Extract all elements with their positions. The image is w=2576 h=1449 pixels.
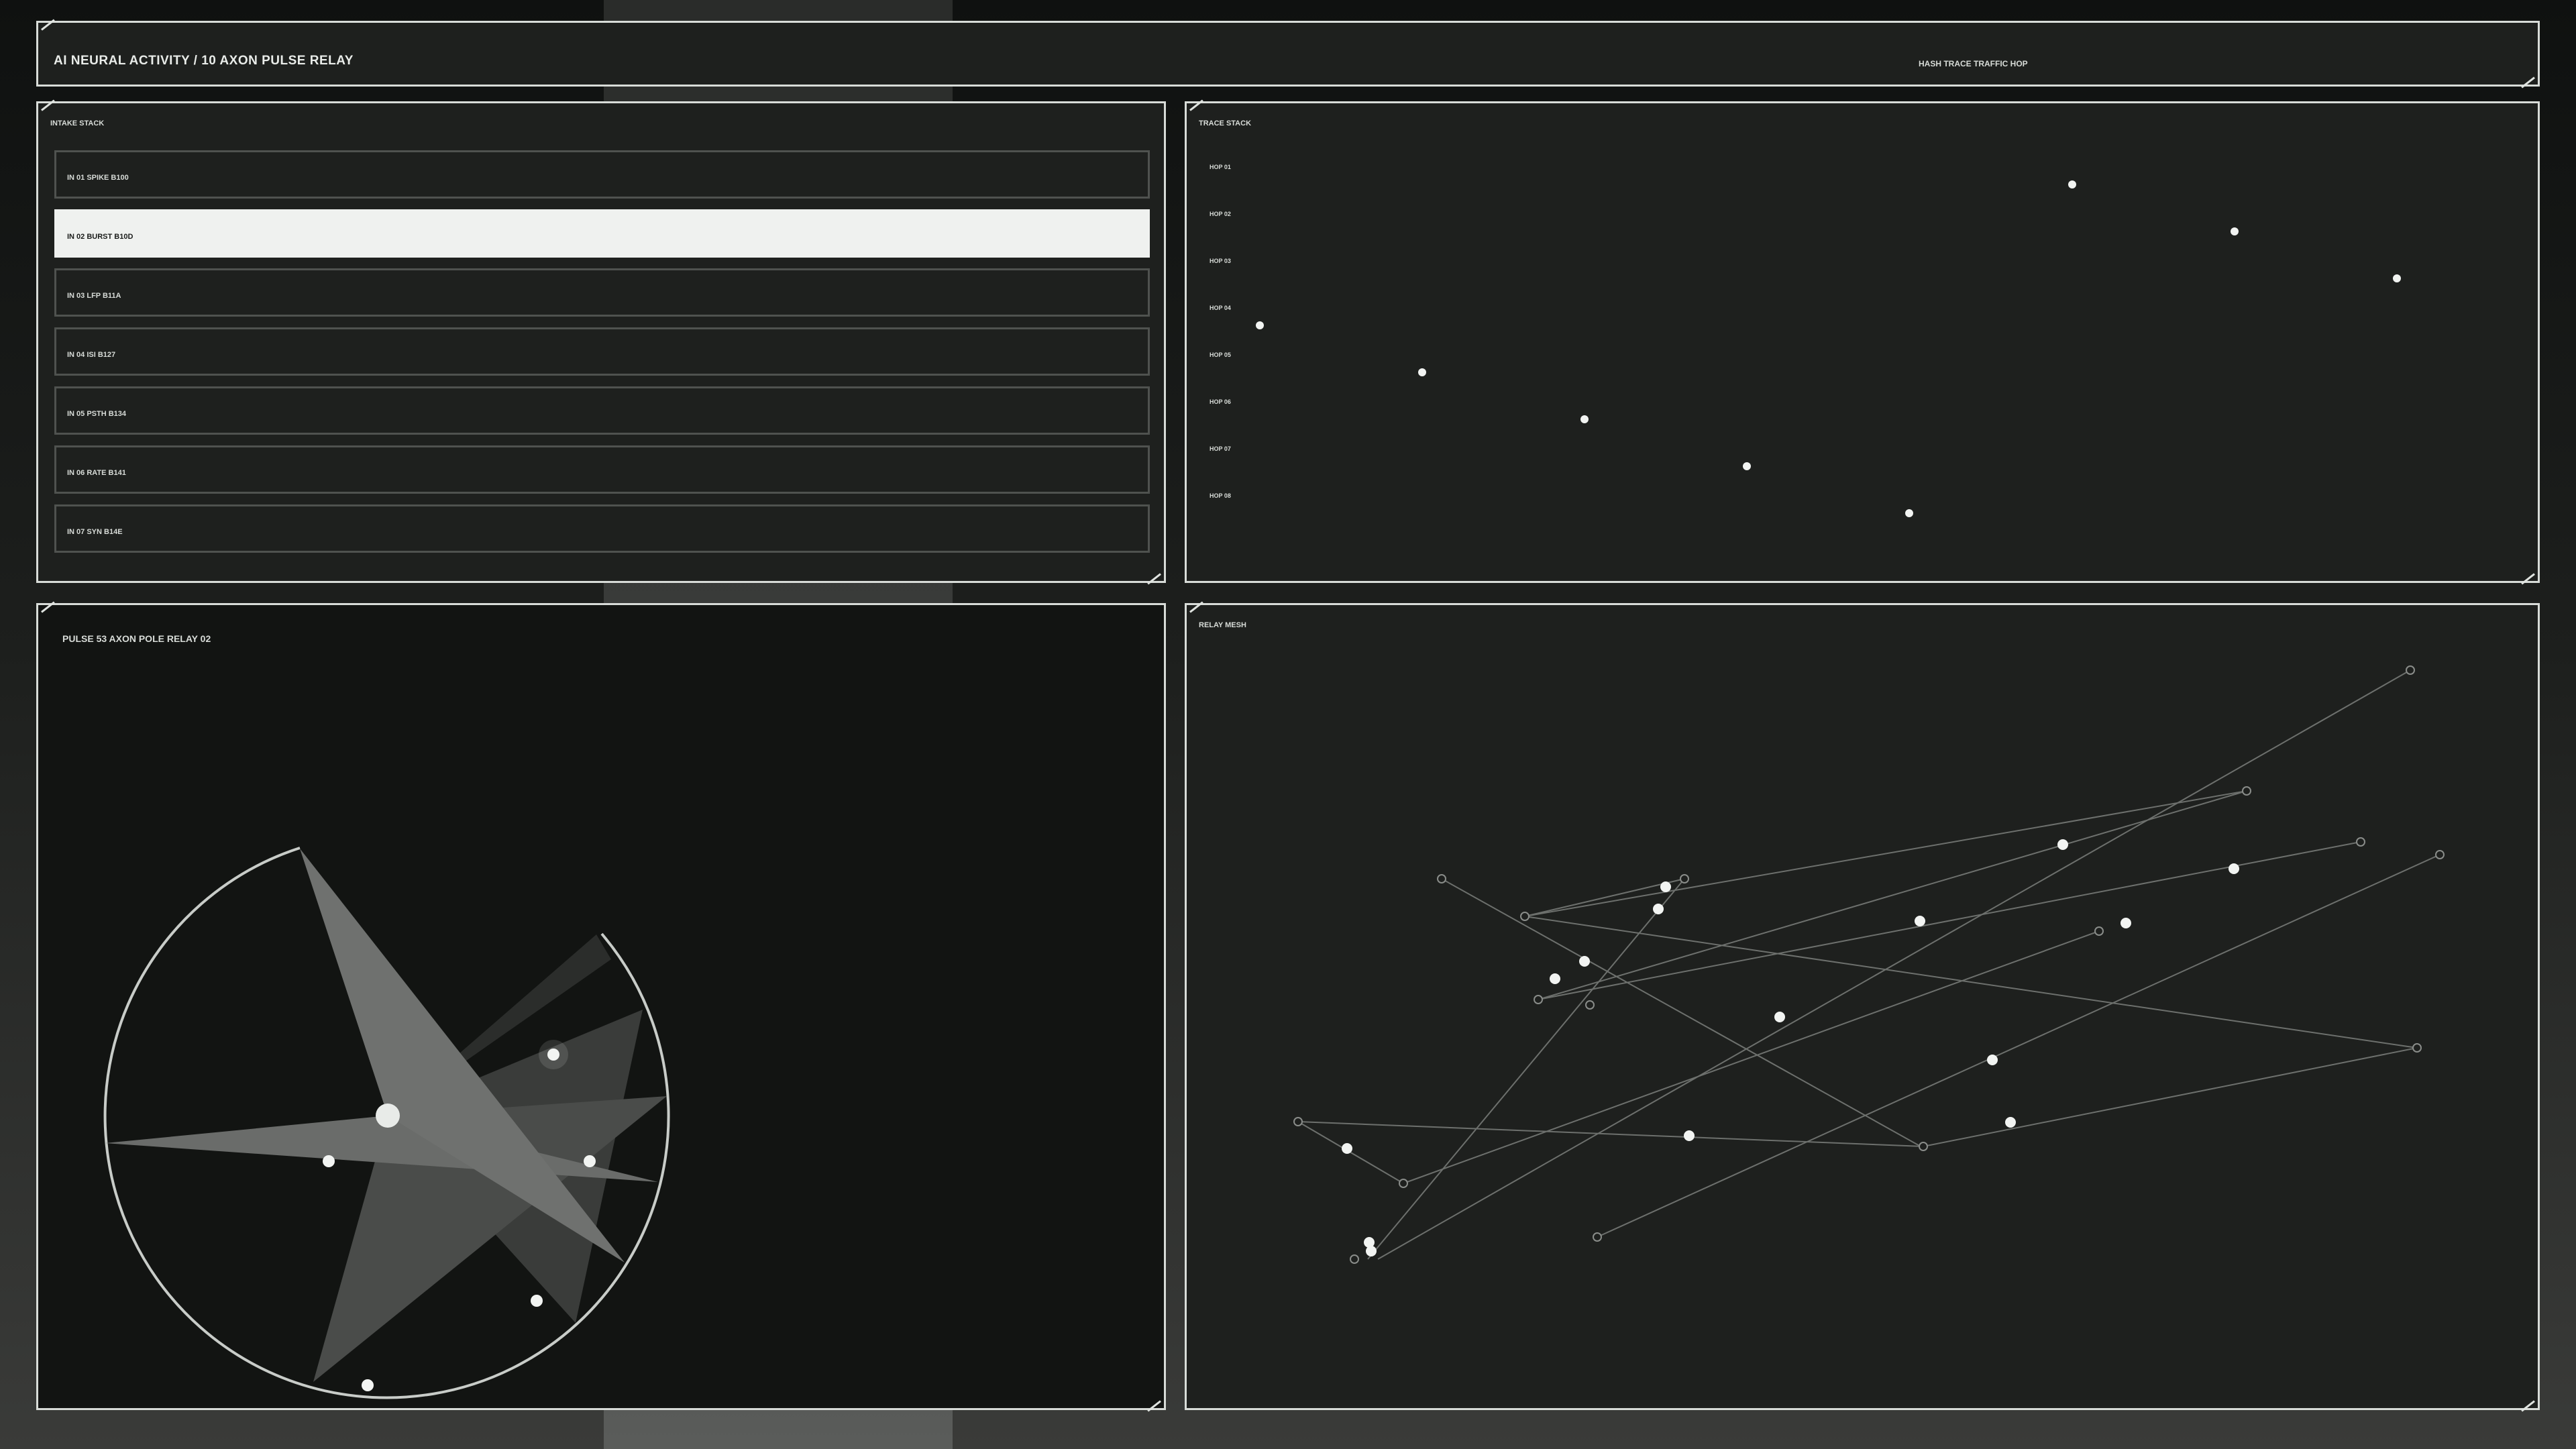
intake-row[interactable]: IN 03 LFP B11A xyxy=(54,268,1150,317)
mesh-pulse xyxy=(2057,839,2068,850)
relay-mesh-panel: RELAY MESH xyxy=(1185,603,2540,1410)
mesh-edge xyxy=(1441,878,1923,1148)
mesh-node xyxy=(2412,1043,2422,1053)
pulse-core xyxy=(376,1104,400,1128)
intake-row-label: IN 02 BURST B10D xyxy=(67,233,133,241)
trace-dot xyxy=(1905,509,1913,517)
mesh-node xyxy=(1520,912,1529,921)
intake-stack-title: INTAKE STACK xyxy=(50,119,105,127)
mesh-node xyxy=(1585,1000,1595,1010)
intake-row[interactable]: IN 04 ISI B127 xyxy=(54,327,1150,376)
mesh-pulse xyxy=(1660,881,1671,892)
mesh-edge xyxy=(1297,1121,1404,1184)
header-bar xyxy=(36,21,2540,87)
page-title: AI NEURAL ACTIVITY / 10 AXON PULSE RELAY xyxy=(54,54,354,68)
pulse-dot xyxy=(323,1155,335,1167)
mesh-node xyxy=(2242,786,2251,796)
mesh-pulse xyxy=(1915,916,1925,926)
mesh-edge xyxy=(1923,1047,2418,1147)
mesh-pulse xyxy=(1579,956,1590,967)
mesh-node xyxy=(2435,850,2445,859)
corner-notch-icon xyxy=(1152,570,1166,583)
intake-row-label: IN 03 LFP B11A xyxy=(67,292,121,300)
mesh-node xyxy=(1919,1142,1928,1151)
mesh-node xyxy=(1534,995,1543,1004)
mesh-pulse xyxy=(1774,1012,1785,1022)
mesh-node xyxy=(2406,665,2415,675)
mesh-node xyxy=(1350,1254,1359,1264)
pulse-dot xyxy=(531,1295,543,1307)
corner-notch-icon xyxy=(36,101,50,115)
mesh-node xyxy=(1399,1179,1408,1188)
mesh-pulse xyxy=(1366,1246,1377,1256)
trace-dot xyxy=(1580,415,1589,423)
mesh-pulse xyxy=(1550,973,1560,984)
mesh-pulse xyxy=(2005,1117,2016,1128)
mesh-edge xyxy=(1297,1121,1924,1147)
header-tags: HASH TRACE TRAFFIC HOP xyxy=(1919,59,2028,68)
trace-dots xyxy=(1256,180,2401,517)
intake-row[interactable]: IN 05 PSTH B134 xyxy=(54,386,1150,435)
mesh-node xyxy=(2094,926,2104,936)
intake-row-label: IN 01 SPIKE B100 xyxy=(67,174,129,182)
mesh-node xyxy=(1680,874,1689,883)
mesh-edge xyxy=(1377,669,2411,1260)
intake-row-label: IN 05 PSTH B134 xyxy=(67,410,127,418)
trace-dot xyxy=(1418,368,1426,376)
relay-mesh-graph xyxy=(1293,665,2445,1264)
mesh-node xyxy=(1593,1232,1602,1242)
intake-row-label: IN 06 RATE B141 xyxy=(67,469,126,477)
pulse-panel: PULSE 53 AXON POLE RELAY 02 xyxy=(36,603,1166,1410)
intake-row-label: IN 04 ISI B127 xyxy=(67,351,116,359)
trace-dot xyxy=(1743,462,1751,470)
mesh-node xyxy=(2356,837,2365,847)
trace-dot xyxy=(2393,274,2401,282)
trace-dot xyxy=(2068,180,2076,189)
intake-row[interactable]: IN 01 SPIKE B100 xyxy=(54,150,1150,199)
pulse-dot xyxy=(584,1155,596,1167)
mesh-pulse xyxy=(1987,1055,1998,1065)
intake-row[interactable]: IN 02 BURST B10D xyxy=(54,209,1150,258)
mesh-pulse xyxy=(1342,1143,1352,1154)
intake-row[interactable]: IN 06 RATE B141 xyxy=(54,445,1150,494)
mesh-pulse xyxy=(2121,918,2131,928)
corner-notch-icon xyxy=(2526,73,2540,87)
trace-stack-panel: TRACE STACK HOP 01 HOP 02 HOP 03 HOP 04 … xyxy=(1185,101,2540,583)
pulse-dot xyxy=(547,1049,559,1061)
mesh-edge xyxy=(1367,878,1685,1260)
mesh-node xyxy=(1437,874,1446,883)
trace-dot xyxy=(1256,321,1264,329)
mesh-node xyxy=(1293,1117,1303,1126)
pulse-dot xyxy=(362,1379,374,1391)
intake-stack-panel: INTAKE STACK IN 01 SPIKE B100 IN 02 BURS… xyxy=(36,101,1166,583)
mesh-pulse xyxy=(1653,904,1664,914)
mesh-edge xyxy=(1524,916,2418,1049)
mesh-pulse xyxy=(2229,863,2239,874)
corner-notch-icon xyxy=(36,21,50,34)
intake-row-label: IN 07 SYN B14E xyxy=(67,528,123,536)
intake-row[interactable]: IN 07 SYN B14E xyxy=(54,504,1150,553)
axon-pole-graphic xyxy=(103,847,670,1399)
mesh-pulse xyxy=(1684,1130,1695,1141)
trace-dot xyxy=(2231,227,2239,235)
mesh-edge xyxy=(1597,854,2440,1238)
